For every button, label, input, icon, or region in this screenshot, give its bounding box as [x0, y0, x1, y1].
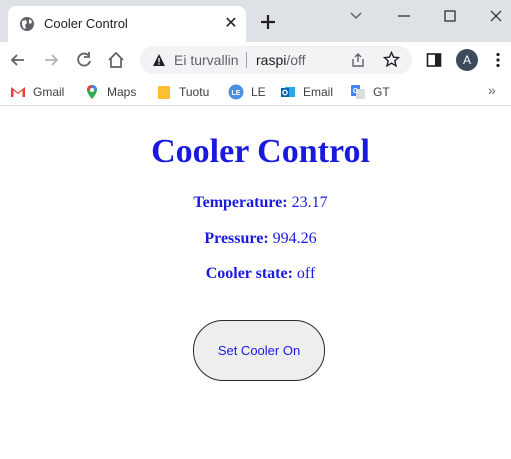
tab-title: Cooler Control [44, 16, 128, 31]
maximize-icon[interactable] [440, 6, 460, 26]
folder-icon [158, 86, 170, 99]
temperature-value: 23.17 [291, 194, 328, 211]
temperature-row: Temperature: 23.17 [0, 194, 511, 212]
bookmarks-overflow-icon[interactable]: » [488, 82, 496, 98]
url-path: /off [286, 52, 306, 68]
outlook-icon [281, 87, 295, 97]
tab-strip: Cooler Control ✕ [0, 0, 511, 42]
forward-arrow-icon[interactable] [41, 50, 61, 70]
bookmarks-bar: Gmail Maps Tuotu LE LE Email G GT » [0, 78, 511, 106]
cooler-state-row: Cooler state: off [0, 265, 511, 283]
pressure-label: Pressure: [204, 230, 269, 247]
tab-close-icon[interactable]: ✕ [222, 15, 240, 33]
url-text[interactable]: raspi/off [256, 52, 306, 68]
bookmark-email[interactable]: Email [280, 83, 333, 101]
bookmark-gt[interactable]: G GT [350, 83, 390, 101]
address-bar[interactable]: Ei turvallin raspi/off [140, 46, 412, 74]
le-icon: LE [228, 84, 244, 100]
translate-icon: G [351, 85, 365, 99]
svg-text:LE: LE [232, 90, 241, 97]
window-close-icon[interactable] [486, 6, 506, 26]
globe-icon [20, 17, 34, 31]
svg-text:G: G [353, 88, 359, 95]
page-content: Cooler Control Temperature: 23.17 Pressu… [0, 107, 511, 459]
new-tab-plus-icon[interactable] [257, 11, 279, 33]
home-icon[interactable] [106, 50, 126, 70]
browser-tab[interactable]: Cooler Control ✕ [8, 6, 246, 42]
bookmark-tuotu[interactable]: Tuotu [156, 83, 209, 101]
minimize-icon[interactable] [394, 6, 414, 26]
set-cooler-on-button[interactable]: Set Cooler On [193, 320, 325, 381]
share-icon[interactable] [350, 52, 366, 68]
not-secure-label[interactable]: Ei turvallin [174, 52, 239, 68]
reload-icon[interactable] [74, 50, 94, 70]
pressure-value: 994.26 [272, 230, 317, 247]
page-title: Cooler Control [151, 133, 370, 170]
bookmark-gmail[interactable]: Gmail [10, 83, 64, 101]
more-menu-icon[interactable] [488, 50, 508, 70]
maps-icon [87, 85, 97, 99]
bookmark-label: Maps [107, 85, 137, 99]
cooler-state-label: Cooler state: [205, 265, 293, 282]
bookmark-label: Gmail [33, 85, 65, 99]
bookmark-label: GT [373, 85, 390, 99]
tab-search-chevron-icon[interactable] [346, 6, 366, 26]
profile-avatar[interactable]: A [456, 49, 478, 71]
bookmark-star-icon[interactable] [383, 51, 400, 68]
browser-toolbar: Ei turvallin raspi/off A [0, 42, 511, 78]
bookmark-maps[interactable]: Maps [84, 83, 136, 101]
gmail-icon [11, 87, 25, 97]
pressure-row: Pressure: 994.26 [0, 230, 511, 248]
address-separator [246, 52, 247, 68]
temperature-label: Temperature: [193, 194, 288, 211]
bookmark-le[interactable]: LE LE [228, 83, 266, 101]
cooler-state-value: off [296, 265, 316, 282]
bookmark-label: LE [251, 85, 266, 99]
bookmark-label: Email [303, 85, 334, 99]
side-panel-icon[interactable] [424, 50, 444, 70]
warning-triangle-icon[interactable] [152, 53, 166, 67]
back-arrow-icon[interactable] [8, 50, 28, 70]
url-host: raspi [256, 52, 287, 68]
bookmark-label: Tuotu [179, 85, 210, 99]
